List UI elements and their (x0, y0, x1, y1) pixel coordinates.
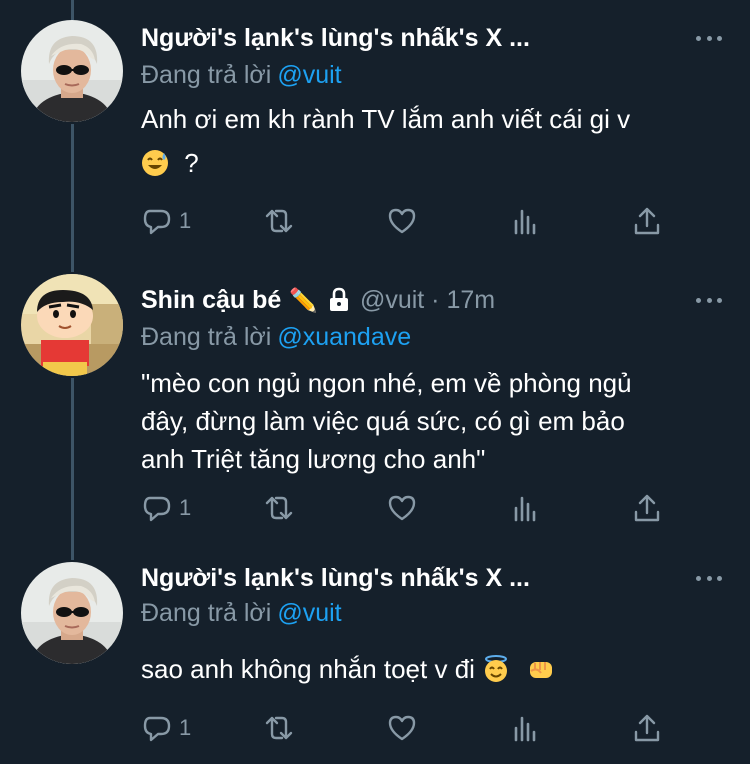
analytics-button[interactable] (509, 492, 541, 524)
avatar[interactable] (21, 20, 123, 122)
tweet-text-line: "mèo con ngủ ngon nhé, em về phòng ngủ (141, 368, 632, 398)
tweet-text: sao anh không nhắn toẹt v đi (141, 650, 701, 688)
tweet-text-line: anh Triệt tăng lương cho anh" (141, 444, 486, 474)
handle-timestamp[interactable]: @vuit · 17m (360, 282, 495, 318)
more-options-icon[interactable] (696, 25, 722, 51)
reply-label: Đang trả lời (141, 323, 272, 351)
reply-count: 1 (179, 715, 192, 740)
display-name[interactable]: Shin cậu bé (141, 282, 281, 318)
like-button[interactable] (386, 492, 418, 524)
share-icon (634, 494, 660, 522)
lock-icon (329, 287, 348, 311)
reply-to: Đang trả lời @vuit (141, 58, 342, 92)
heart-icon (388, 208, 416, 234)
display-name[interactable]: Người's lạnk's lùng's nhấk's X ... (141, 20, 530, 56)
avatar[interactable] (21, 274, 123, 376)
avatar[interactable] (21, 562, 123, 664)
analytics-icon (514, 716, 536, 742)
tweet[interactable]: Shin cậu bé ✏️ @vuit · 17m Đang trả lời @… (0, 262, 750, 552)
like-button[interactable] (386, 205, 418, 237)
tweet-header: Shin cậu bé ✏️ @vuit · 17m (141, 282, 495, 318)
retweet-icon (265, 496, 293, 520)
tweet-text-line: đây, đừng làm việc quá sức, có gì em bảo (141, 406, 625, 436)
share-icon (634, 207, 660, 235)
reply-icon (143, 716, 171, 742)
share-button[interactable] (631, 205, 663, 237)
heart-icon (388, 715, 416, 741)
reply-button[interactable]: 1 (141, 205, 191, 237)
analytics-icon (514, 496, 536, 522)
retweet-button[interactable] (263, 712, 295, 744)
reply-count: 1 (179, 208, 192, 233)
reply-count: 1 (179, 495, 192, 520)
like-button[interactable] (386, 712, 418, 744)
fist-emoji-icon (530, 662, 553, 678)
reply-icon (143, 496, 171, 522)
display-name[interactable]: Người's lạnk's lùng's nhấk's X ... (141, 560, 530, 596)
reply-icon (143, 209, 171, 235)
analytics-button[interactable] (509, 205, 541, 237)
more-options-icon[interactable] (696, 287, 722, 313)
more-options-icon[interactable] (696, 565, 722, 591)
tweet-text-line: ? (141, 144, 701, 182)
reply-to: Đang trả lời @xuandave (141, 320, 411, 354)
reply-button[interactable]: 1 (141, 492, 191, 524)
analytics-button[interactable] (509, 712, 541, 744)
tweet-actions: 1 (141, 712, 681, 752)
retweet-button[interactable] (263, 205, 295, 237)
reply-mention-link[interactable]: @vuit (277, 61, 341, 89)
retweet-icon (265, 209, 293, 233)
tweet-text-line: Anh ơi em kh rành TV lắm anh viết cái gi… (141, 104, 631, 134)
tweet-header: Người's lạnk's lùng's nhấk's X ... (141, 20, 530, 56)
analytics-icon (514, 209, 536, 235)
sweat-smile-emoji-icon (142, 150, 168, 176)
cartoon-boy-avatar (21, 274, 123, 376)
heart-icon (388, 495, 416, 521)
tweet-actions: 1 (141, 205, 681, 245)
tweet-text-line: sao anh không nhắn toẹt v đi (141, 654, 475, 684)
tweet-actions: 1 (141, 492, 681, 532)
share-icon (634, 714, 660, 742)
reply-mention-link[interactable]: @xuandave (277, 323, 411, 351)
share-button[interactable] (631, 712, 663, 744)
reply-mention-link[interactable]: @vuit (277, 599, 341, 627)
person-sunglasses-avatar (21, 562, 123, 664)
pencil-emoji-icon: ✏️ (289, 287, 318, 313)
tweet-text: "mèo con ngủ ngon nhé, em về phòng ngủ đ… (141, 364, 701, 478)
reply-label: Đang trả lời (141, 599, 272, 627)
retweet-button[interactable] (263, 492, 295, 524)
reply-button[interactable]: 1 (141, 712, 191, 744)
reply-label: Đang trả lời (141, 61, 272, 89)
tweet-header: Người's lạnk's lùng's nhấk's X ... (141, 560, 530, 596)
retweet-icon (265, 716, 293, 740)
smiling-face-with-halo-emoji-icon (485, 655, 508, 682)
person-sunglasses-avatar (21, 20, 123, 122)
tweet-text-line: ? (184, 148, 199, 178)
reply-to: Đang trả lời @vuit (141, 596, 342, 630)
tweet-text: Anh ơi em kh rành TV lắm anh viết cái gi… (141, 100, 701, 182)
tweet[interactable]: Người's lạnk's lùng's nhấk's X ... Đang … (0, 552, 750, 764)
tweet[interactable]: Người's lạnk's lùng's nhấk's X ... Đang … (0, 0, 750, 262)
share-button[interactable] (631, 492, 663, 524)
